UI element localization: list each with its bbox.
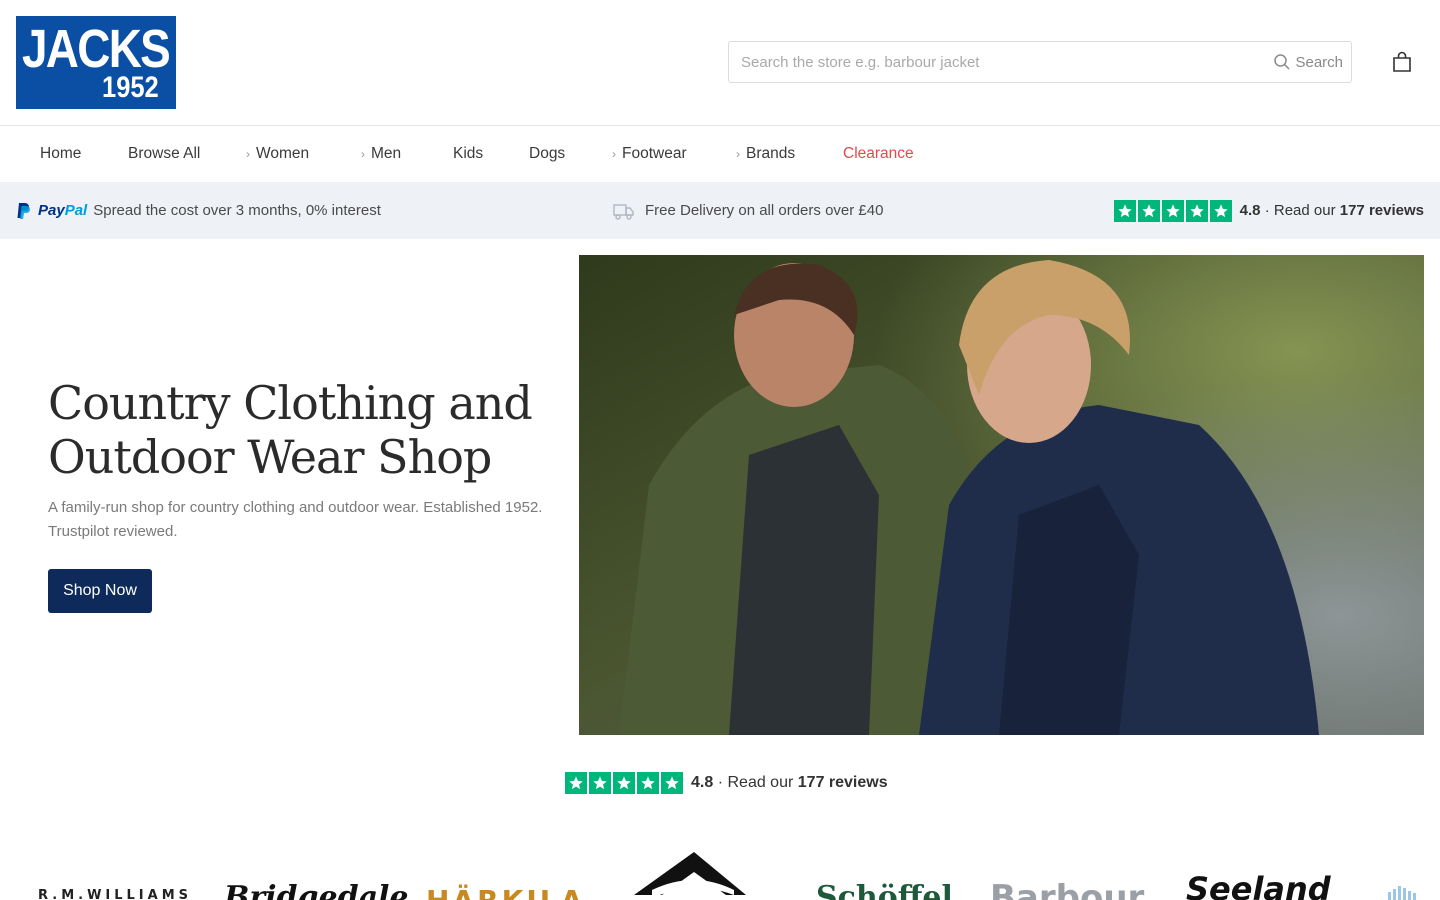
logo-wordmark: JACKS: [22, 18, 171, 79]
shopping-bag-icon[interactable]: [1390, 50, 1414, 74]
nav-item-clearance[interactable]: Clearance: [843, 126, 914, 182]
brand-logo-bridgedale[interactable]: Bridgedale: [224, 880, 409, 900]
brand-logo-seeland[interactable]: Seeland: [1186, 870, 1331, 900]
nav-item-women[interactable]: › Women: [246, 126, 309, 182]
nav-item-brands[interactable]: › Brands: [736, 126, 795, 182]
nav-label: Kids: [453, 145, 484, 162]
nav-item-footwear[interactable]: › Footwear: [612, 126, 687, 182]
delivery-promo: Free Delivery on all orders over £40: [613, 182, 883, 239]
logo-year: 1952: [102, 70, 159, 104]
delivery-text: Free Delivery on all orders over £40: [645, 202, 884, 219]
search-button[interactable]: Search: [1273, 48, 1343, 76]
brand-logo-barbour[interactable]: Barbour: [990, 878, 1144, 900]
hero-image: [579, 255, 1424, 735]
star-icon: [1161, 199, 1184, 222]
paypal-promo[interactable]: PayPal Spread the cost over 3 months, 0%…: [16, 182, 381, 239]
nav-label: Brands: [746, 145, 796, 162]
nav-label: Footwear: [622, 145, 687, 162]
star-icon: [613, 772, 635, 794]
search-button-label: Search: [1295, 53, 1343, 71]
shop-now-button[interactable]: Shop Now: [48, 569, 152, 613]
site-logo[interactable]: JACKS 1952: [16, 16, 176, 109]
star-icon: [637, 772, 659, 794]
search-input[interactable]: [741, 42, 1261, 82]
nav-item-home[interactable]: Home: [40, 126, 81, 182]
brand-logo-partial-icon[interactable]: [1388, 886, 1420, 900]
trustpilot-header-rating[interactable]: 4.8 · Read our 177 reviews: [1113, 182, 1424, 239]
delivery-truck-icon: [613, 203, 634, 220]
nav-label: Dogs: [529, 145, 566, 162]
trustpilot-text: 4.8 · Read our 177 reviews: [1239, 202, 1424, 219]
nav-label: Browse All: [128, 145, 201, 162]
info-bar: PayPal Spread the cost over 3 months, 0%…: [0, 182, 1440, 239]
star-icon: [1185, 199, 1208, 222]
nav-item-kids[interactable]: Kids: [453, 126, 483, 182]
paypal-wordmark: PayPal: [38, 202, 88, 219]
star-icon: [1137, 199, 1160, 222]
trustpilot-text: 4.8 · Read our 177 reviews: [691, 774, 888, 791]
hero-subtitle: A family-run shop for country clothing a…: [48, 499, 543, 540]
nav-item-browse-all[interactable]: Browse All: [128, 126, 200, 182]
trustpilot-stars: [1113, 199, 1232, 222]
site-header: JACKS 1952 Search: [0, 0, 1440, 126]
paypal-icon: [17, 202, 30, 219]
star-icon: [661, 772, 683, 794]
trustpilot-stars: [565, 772, 683, 794]
trustpilot-rating[interactable]: 4.8 · Read our 177 reviews: [565, 770, 888, 796]
chevron-right-icon: ›: [736, 147, 740, 161]
nav-item-men[interactable]: › Men: [361, 126, 401, 182]
brand-logo-strip: R.M.WILLIAMS Bridgedale HÄRKILA Schöffel…: [0, 840, 1440, 900]
paypal-text: Spread the cost over 3 months, 0% intere…: [93, 202, 381, 219]
nav-item-dogs[interactable]: Dogs: [529, 126, 565, 182]
nav-label: Men: [371, 145, 402, 162]
chevron-right-icon: ›: [246, 147, 250, 161]
nav-label: Home: [40, 145, 82, 162]
star-icon: [589, 772, 611, 794]
search-bar: Search: [728, 41, 1352, 83]
brand-logo-schoffel[interactable]: Schöffel: [816, 880, 953, 900]
nav-label: Clearance: [843, 145, 914, 162]
star-icon: [1113, 199, 1136, 222]
star-icon: [1209, 199, 1232, 222]
chevron-right-icon: ›: [361, 147, 365, 161]
nav-label: Women: [256, 145, 310, 162]
star-icon: [565, 772, 587, 794]
search-icon: [1274, 54, 1290, 70]
brand-logo-harkila[interactable]: HÄRKILA: [426, 884, 585, 900]
brand-logo-mountain-icon[interactable]: [634, 850, 746, 900]
hero-title: Country Clothing and Outdoor Wear Shop: [48, 376, 533, 484]
main-nav: Home Browse All › Women › Men Kids Dogs …: [0, 126, 1440, 182]
chevron-right-icon: ›: [612, 147, 616, 161]
brand-logo-rm-williams[interactable]: R.M.WILLIAMS: [38, 888, 192, 900]
